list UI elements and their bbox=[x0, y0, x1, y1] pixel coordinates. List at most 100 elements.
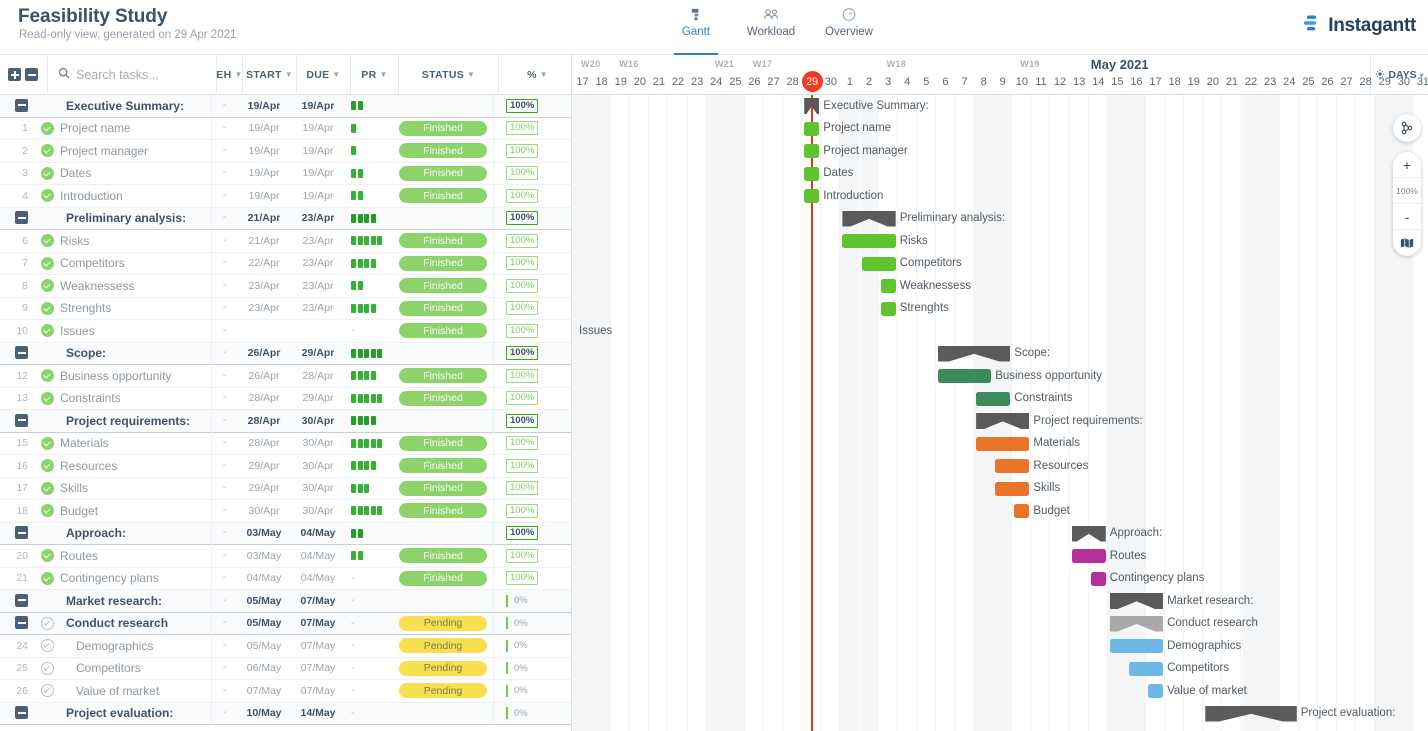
task-complete-toggle[interactable] bbox=[36, 616, 58, 630]
gantt-row[interactable]: Contingency plans bbox=[573, 568, 1428, 591]
days-scale-button[interactable]: DAYS ▾ bbox=[1370, 55, 1428, 94]
filter-icon[interactable]: ▼ bbox=[379, 70, 387, 79]
gantt-row[interactable]: Conduct research bbox=[573, 613, 1428, 636]
cell-percent[interactable]: 0% bbox=[493, 634, 571, 657]
cell-priority[interactable] bbox=[345, 506, 393, 516]
gantt-row[interactable]: Issues bbox=[573, 320, 1428, 343]
table-row[interactable]: Conduct research -05/May 07/May - Pending 0% bbox=[0, 612, 571, 635]
gantt-row[interactable]: Approach: bbox=[573, 523, 1428, 546]
cell-estimated-hours[interactable]: - bbox=[211, 319, 237, 342]
gantt-summary-bar[interactable] bbox=[937, 345, 1011, 362]
cell-status[interactable]: Finished bbox=[393, 480, 493, 496]
cell-estimated-hours[interactable]: - bbox=[211, 364, 237, 387]
cell-due-date[interactable]: 19/Apr bbox=[291, 145, 345, 157]
status-badge[interactable]: Finished bbox=[399, 548, 487, 564]
cell-due-date[interactable]: 23/Apr bbox=[291, 235, 345, 247]
table-row[interactable]: 25 Competitors -06/May 07/May - Pending 0% bbox=[0, 657, 571, 680]
gantt-task-bar[interactable] bbox=[1148, 684, 1164, 698]
cell-start-date[interactable]: 19/Apr bbox=[237, 190, 291, 202]
cell-priority[interactable] bbox=[345, 528, 393, 538]
column-header-due[interactable]: DUE ▼ bbox=[296, 54, 350, 95]
filter-icon[interactable]: ▼ bbox=[540, 70, 548, 79]
table-row[interactable]: Preliminary analysis: -21/Apr 23/Apr 100% bbox=[0, 207, 571, 230]
cell-start-date[interactable]: 23/Apr bbox=[237, 302, 291, 314]
table-row[interactable]: 26 Value of market -07/May 07/May - Pending 0% bbox=[0, 679, 571, 703]
filter-icon[interactable]: ▼ bbox=[332, 70, 340, 79]
cell-estimated-hours[interactable]: - bbox=[211, 229, 237, 252]
cell-percent[interactable]: 0% bbox=[493, 679, 571, 702]
cell-percent[interactable]: 0% bbox=[493, 657, 571, 680]
task-complete-toggle[interactable] bbox=[36, 684, 58, 698]
status-badge[interactable]: Finished bbox=[399, 165, 487, 181]
cell-estimated-hours[interactable]: - bbox=[211, 409, 237, 432]
gantt-task-bar[interactable] bbox=[842, 234, 896, 248]
status-badge[interactable]: Finished bbox=[399, 368, 487, 384]
collapse-group-button[interactable] bbox=[15, 616, 28, 630]
status-badge[interactable]: Finished bbox=[399, 570, 487, 586]
cell-percent[interactable]: 100% bbox=[493, 544, 571, 567]
cell-status[interactable]: Pending bbox=[393, 638, 493, 654]
gantt-row[interactable]: Introduction bbox=[573, 185, 1428, 208]
gantt-task-bar[interactable] bbox=[880, 301, 896, 316]
cell-due-date[interactable]: 19/Apr bbox=[291, 100, 345, 112]
table-row[interactable]: 16 Resources -29/Apr 30/Apr Finished 100% bbox=[0, 454, 571, 478]
cell-priority[interactable]: - bbox=[345, 640, 393, 651]
gantt-task-bar[interactable] bbox=[880, 279, 896, 293]
gantt-row[interactable]: Preliminary analysis: bbox=[573, 208, 1428, 231]
search-box[interactable] bbox=[47, 54, 216, 95]
gantt-summary-bar[interactable] bbox=[804, 98, 820, 114]
cell-status[interactable]: Finished bbox=[393, 458, 493, 474]
cell-estimated-hours[interactable]: - bbox=[211, 612, 237, 635]
table-row[interactable]: Approach: -03/May 04/May 100% bbox=[0, 522, 571, 545]
gantt-task-bar[interactable] bbox=[1071, 549, 1106, 563]
table-row[interactable]: 1 Project name -19/Apr 19/Apr Finished 100% bbox=[0, 117, 571, 140]
cell-due-date[interactable]: 04/May bbox=[291, 572, 345, 584]
cell-priority[interactable] bbox=[345, 303, 393, 313]
cell-priority[interactable]: - bbox=[345, 618, 393, 629]
status-badge[interactable]: Finished bbox=[399, 188, 487, 204]
task-name[interactable]: Introduction bbox=[58, 189, 211, 203]
cell-percent[interactable]: 100% bbox=[493, 454, 571, 477]
table-row[interactable]: Project evaluation: -10/May 14/May -0% bbox=[0, 702, 571, 725]
gantt-summary-bar[interactable] bbox=[976, 413, 1030, 429]
task-name[interactable]: Demographics bbox=[58, 639, 211, 653]
cell-priority[interactable] bbox=[345, 461, 393, 471]
cell-start-date[interactable]: 04/May bbox=[237, 572, 291, 584]
status-badge[interactable]: Finished bbox=[399, 435, 487, 451]
gantt-chart[interactable]: Executive Summary: Project name Project ma… bbox=[573, 95, 1428, 731]
cell-due-date[interactable]: 23/Apr bbox=[291, 302, 345, 314]
cell-due-date[interactable]: 23/Apr bbox=[291, 280, 345, 292]
cell-estimated-hours[interactable]: - bbox=[211, 589, 237, 612]
table-row[interactable]: Market research: -05/May 07/May -0% bbox=[0, 589, 571, 613]
gantt-task-bar[interactable] bbox=[804, 121, 820, 136]
status-badge[interactable]: Finished bbox=[399, 143, 487, 159]
cell-percent[interactable]: 0% bbox=[493, 612, 571, 635]
gantt-row[interactable]: Demographics bbox=[573, 635, 1428, 658]
zoom-out-button[interactable]: - bbox=[1393, 204, 1421, 230]
table-row[interactable]: 6 Risks -21/Apr 23/Apr Finished 100% bbox=[0, 229, 571, 253]
cell-priority[interactable]: - bbox=[345, 325, 393, 336]
cell-percent[interactable]: 100% bbox=[493, 207, 571, 230]
cell-percent[interactable]: 100% bbox=[493, 499, 571, 522]
task-name[interactable]: Routes bbox=[58, 549, 211, 563]
gantt-summary-bar[interactable] bbox=[1109, 615, 1164, 632]
cell-percent[interactable]: 100% bbox=[493, 342, 571, 365]
cell-due-date[interactable]: 30/Apr bbox=[291, 505, 345, 517]
task-complete-toggle[interactable] bbox=[36, 121, 58, 135]
task-complete-toggle[interactable] bbox=[36, 549, 58, 563]
cell-percent[interactable]: 0% bbox=[493, 702, 571, 725]
cell-status[interactable]: Finished bbox=[393, 503, 493, 519]
cell-percent[interactable]: 100% bbox=[493, 162, 571, 185]
task-complete-toggle[interactable] bbox=[36, 166, 58, 180]
cell-status[interactable]: Finished bbox=[393, 368, 493, 384]
cell-priority[interactable]: - bbox=[345, 595, 393, 606]
cell-start-date[interactable]: 30/Apr bbox=[237, 505, 291, 517]
task-complete-toggle[interactable] bbox=[36, 234, 58, 248]
task-name[interactable]: Dates bbox=[58, 166, 211, 180]
gantt-row[interactable]: Scope: bbox=[573, 343, 1428, 366]
cell-start-date[interactable]: 21/Apr bbox=[237, 212, 291, 224]
gantt-task-bar[interactable] bbox=[861, 256, 896, 271]
cell-estimated-hours[interactable]: - bbox=[211, 162, 237, 185]
gantt-row[interactable]: Project requirements: bbox=[573, 410, 1428, 433]
cell-estimated-hours[interactable]: - bbox=[211, 117, 237, 140]
